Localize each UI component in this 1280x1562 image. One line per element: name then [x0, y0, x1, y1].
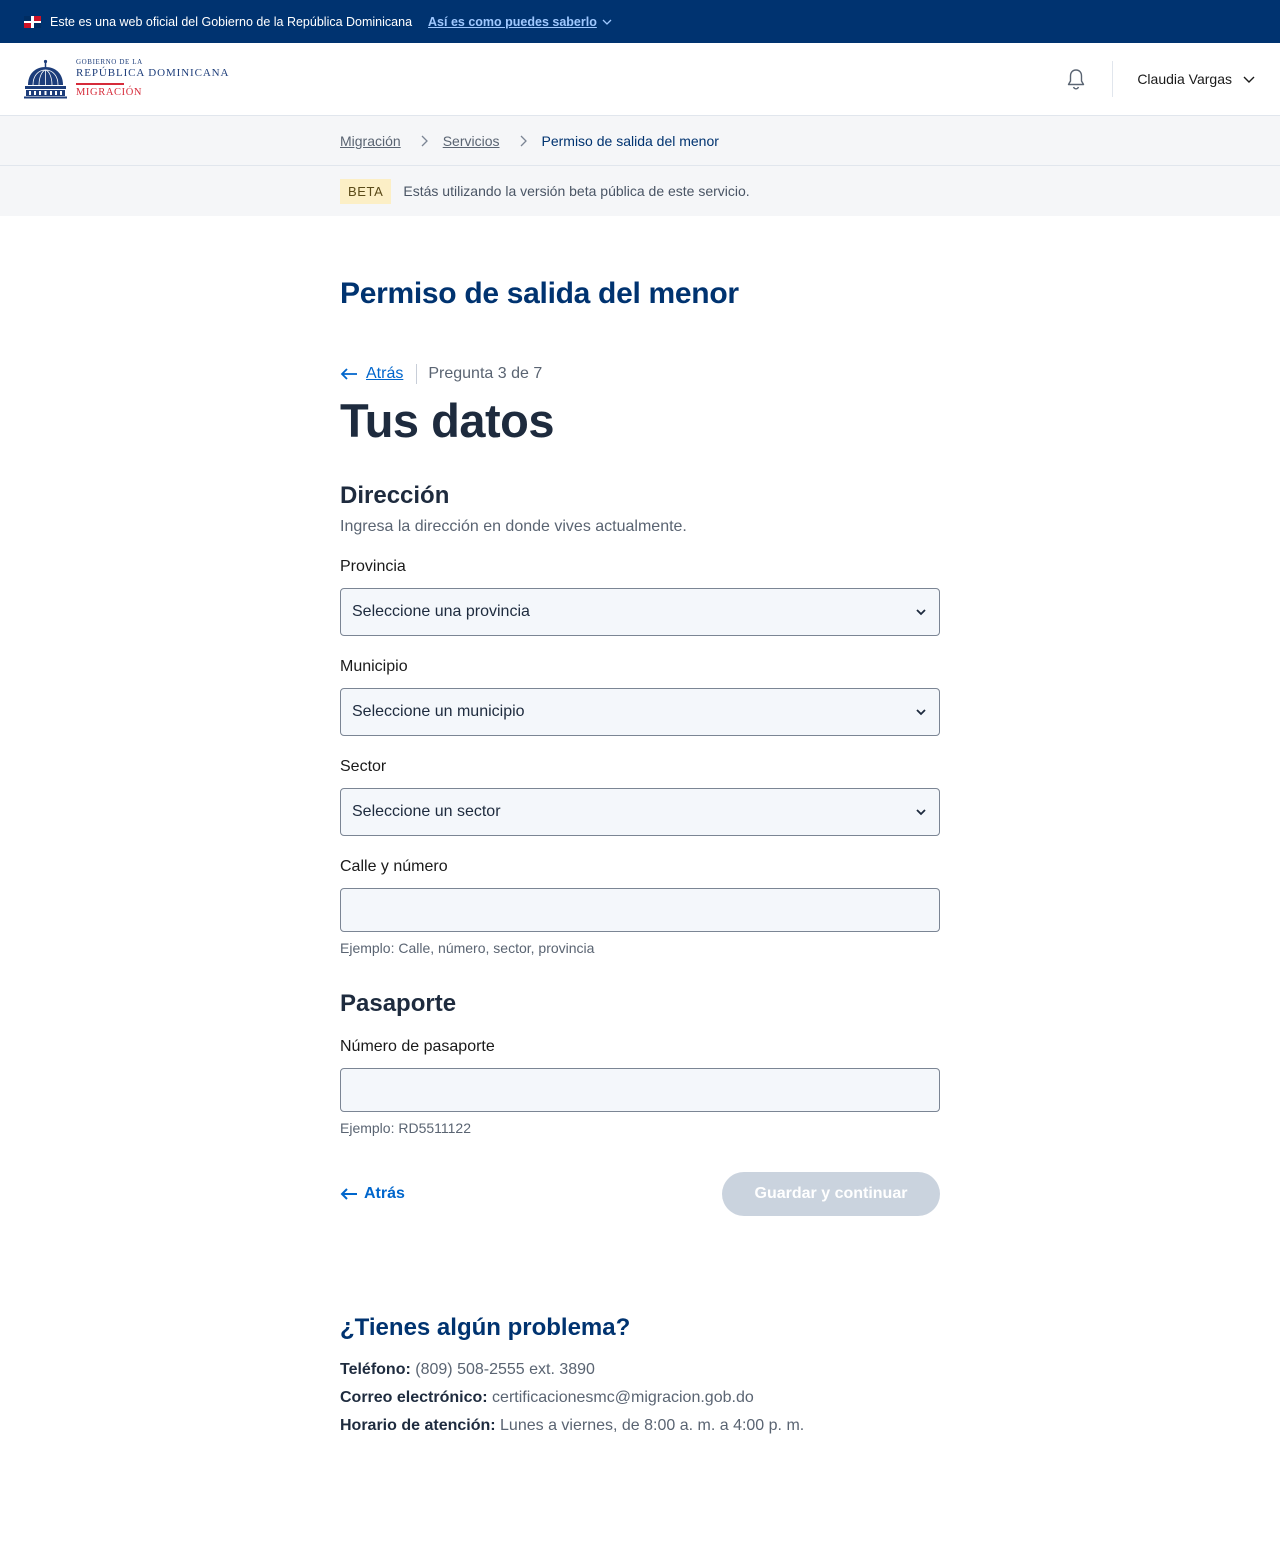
- help-title: ¿Tienes algún problema?: [340, 1314, 631, 1341]
- sector-select-value: Seleccione un sector: [352, 803, 501, 820]
- step-separator: [416, 364, 418, 384]
- help-hours-value: Lunes a viernes, de 8:00 a. m. a 4:00 p.…: [500, 1417, 805, 1434]
- howto-link-label: Así es como puedes saberlo: [428, 14, 597, 29]
- step-navigation: Atrás Pregunta 3 de 7: [340, 363, 940, 385]
- beta-banner: BETA Estás utilizando la versión beta pú…: [0, 166, 1280, 216]
- breadcrumb-current: Permiso de salida del menor: [541, 132, 719, 149]
- municipio-label: Municipio: [340, 658, 408, 675]
- address-section-title: Dirección: [340, 482, 450, 509]
- government-logo[interactable]: Gobierno de la República Dominicana Migr…: [24, 59, 229, 99]
- passport-number-hint: Ejemplo: RD5511122: [340, 1120, 472, 1136]
- chevron-down-icon: [602, 19, 612, 25]
- top-back-link[interactable]: Atrás: [340, 365, 403, 383]
- palace-dome-icon: [24, 59, 67, 99]
- header-separator: [1112, 61, 1114, 97]
- help-phone: Teléfono: (809) 508-2555 ext. 3890: [340, 1361, 940, 1378]
- help-email-label: Correo electrónico:: [340, 1389, 488, 1406]
- top-back-label: Atrás: [366, 365, 404, 382]
- street-label: Calle y número: [340, 858, 448, 875]
- header-actions: Claudia Vargas: [1064, 43, 1256, 115]
- breadcrumb-item-servicios[interactable]: Servicios: [443, 133, 500, 149]
- chevron-right-icon: [520, 135, 527, 146]
- help-phone-value: (809) 508-2555 ext. 3890: [415, 1361, 595, 1378]
- chevron-down-icon: [1243, 76, 1255, 83]
- main-content: Permiso de salida del menor Atrás Pregun…: [340, 277, 940, 1434]
- howto-link[interactable]: Así es como puedes saberlo: [428, 15, 613, 29]
- bell-icon[interactable]: [1064, 67, 1088, 91]
- save-continue-button[interactable]: Guardar y continuar: [722, 1172, 940, 1216]
- help-phone-label: Teléfono:: [340, 1361, 411, 1378]
- sector-select[interactable]: Seleccione un sector: [340, 788, 940, 836]
- municipio-select-value: Seleccione un municipio: [352, 703, 525, 720]
- logo-gobierno: Gobierno de la: [76, 58, 143, 67]
- page-title: Tus datos: [340, 394, 554, 447]
- municipio-select[interactable]: Seleccione un municipio: [340, 688, 940, 736]
- logo-migracion: Migración: [76, 87, 143, 99]
- beta-badge: BETA: [340, 178, 392, 204]
- help-hours-label: Horario de atención:: [340, 1417, 496, 1434]
- bottom-back-label: Atrás: [364, 1185, 405, 1202]
- passport-number-input[interactable]: [340, 1068, 940, 1112]
- step-counter: Pregunta 3 de 7: [428, 365, 543, 382]
- site-header: Gobierno de la República Dominicana Migr…: [0, 43, 1280, 116]
- arrow-left-icon: [340, 368, 357, 380]
- chevron-down-icon: [916, 709, 926, 716]
- address-section-description: Ingresa la dirección en donde vives actu…: [340, 518, 687, 535]
- logo-divider: [76, 83, 124, 86]
- street-hint: Ejemplo: Calle, número, sector, provinci…: [340, 940, 595, 956]
- user-menu[interactable]: Claudia Vargas: [1137, 71, 1256, 87]
- bottom-back-button[interactable]: Atrás: [340, 1185, 405, 1203]
- official-text: Este es una web oficial del Gobierno de …: [50, 14, 413, 29]
- sector-label: Sector: [340, 758, 387, 775]
- chevron-down-icon: [916, 609, 926, 616]
- form-actions: Atrás Guardar y continuar: [340, 1172, 940, 1216]
- provincia-select-value: Seleccione una provincia: [352, 603, 530, 620]
- chevron-right-icon: [421, 135, 428, 146]
- breadcrumb-item-migracion[interactable]: Migración: [340, 133, 401, 149]
- service-title: Permiso de salida del menor: [340, 277, 739, 310]
- passport-section-title: Pasaporte: [340, 990, 457, 1017]
- provincia-label: Provincia: [340, 558, 406, 575]
- user-name: Claudia Vargas: [1137, 71, 1232, 87]
- help-email-value: certificacionesmc@migracion.gob.do: [492, 1389, 754, 1406]
- chevron-down-icon: [916, 809, 926, 816]
- help-email: Correo electrónico: certificacionesmc@mi…: [340, 1389, 940, 1406]
- logo-text: Gobierno de la República Dominicana Migr…: [76, 59, 229, 99]
- beta-text: Estás utilizando la versión beta pública…: [403, 183, 750, 199]
- official-banner: Este es una web oficial del Gobierno de …: [0, 0, 1280, 43]
- provincia-select[interactable]: Seleccione una provincia: [340, 588, 940, 636]
- logo-republica: República Dominicana: [76, 67, 230, 80]
- street-input[interactable]: [340, 888, 940, 932]
- breadcrumb: Migración Servicios Permiso de salida de…: [0, 116, 1280, 166]
- passport-number-label: Número de pasaporte: [340, 1038, 495, 1055]
- arrow-left-icon: [340, 1188, 357, 1200]
- dominican-flag-icon: [24, 15, 41, 28]
- help-hours: Horario de atención: Lunes a viernes, de…: [340, 1417, 940, 1434]
